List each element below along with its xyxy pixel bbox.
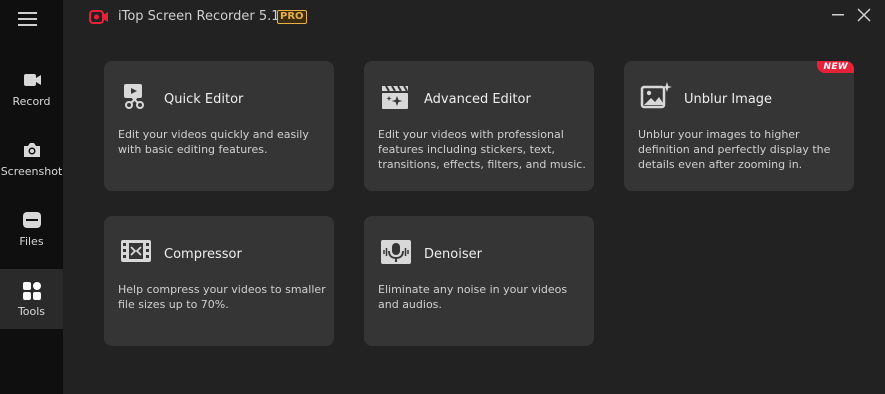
tool-title: Quick Editor — [164, 92, 244, 107]
menu-icon[interactable] — [18, 11, 38, 27]
app-title: iTop Screen Recorder 5.1 — [118, 9, 280, 24]
tool-description: Eliminate any noise in your videos and a… — [378, 283, 568, 311]
film-compress-icon — [120, 236, 151, 266]
microphone-icon — [380, 236, 411, 266]
sidebar-item-label: Files — [19, 234, 44, 248]
tool-title: Compressor — [164, 247, 242, 262]
camcorder-icon — [22, 71, 42, 89]
tool-card-unblur-image[interactable]: NEW Unblur Image Unblur your images to h… — [624, 61, 854, 191]
tool-card-quick-editor[interactable]: Quick Editor Edit your videos quickly an… — [104, 61, 334, 191]
tool-card-advanced-editor[interactable]: Advanced Editor Edit your videos with pr… — [364, 61, 594, 191]
sidebar: Record Screenshot Files Tools — [0, 0, 63, 394]
folder-icon — [22, 211, 42, 229]
app-logo-icon — [89, 9, 109, 25]
minimize-icon[interactable] — [829, 6, 847, 24]
sidebar-item-record[interactable]: Record — [0, 59, 63, 119]
tool-description: Unblur your images to higher definition … — [638, 128, 831, 171]
close-icon[interactable] — [855, 6, 873, 24]
sidebar-item-label: Tools — [17, 304, 46, 318]
camera-icon — [22, 141, 42, 159]
clapperboard-icon — [380, 81, 410, 111]
tool-title: Denoiser — [424, 247, 482, 262]
tool-description: Edit your videos with professional featu… — [378, 128, 586, 171]
tool-description: Edit your videos quickly and easily with… — [118, 128, 309, 156]
sidebar-item-label: Record — [12, 94, 51, 108]
tool-card-compressor[interactable]: Compressor Help compress your videos to … — [104, 216, 334, 346]
sidebar-item-screenshot[interactable]: Screenshot — [0, 129, 63, 189]
tool-title: Advanced Editor — [424, 92, 531, 107]
sidebar-item-tools[interactable]: Tools — [0, 269, 63, 329]
scissors-video-icon — [120, 81, 150, 111]
image-sparkle-icon — [640, 81, 672, 111]
new-badge: NEW — [817, 61, 854, 73]
tools-grid-icon — [22, 281, 42, 300]
sidebar-item-files[interactable]: Files — [0, 199, 63, 259]
tool-title: Unblur Image — [684, 92, 773, 107]
tool-card-denoiser[interactable]: Denoiser Eliminate any noise in your vid… — [364, 216, 594, 346]
sidebar-item-label: Screenshot — [0, 164, 63, 178]
pro-badge: PRO — [277, 10, 307, 24]
title-bar: iTop Screen Recorder 5.1 PRO — [63, 0, 885, 34]
tool-description: Help compress your videos to smaller fil… — [118, 283, 326, 311]
